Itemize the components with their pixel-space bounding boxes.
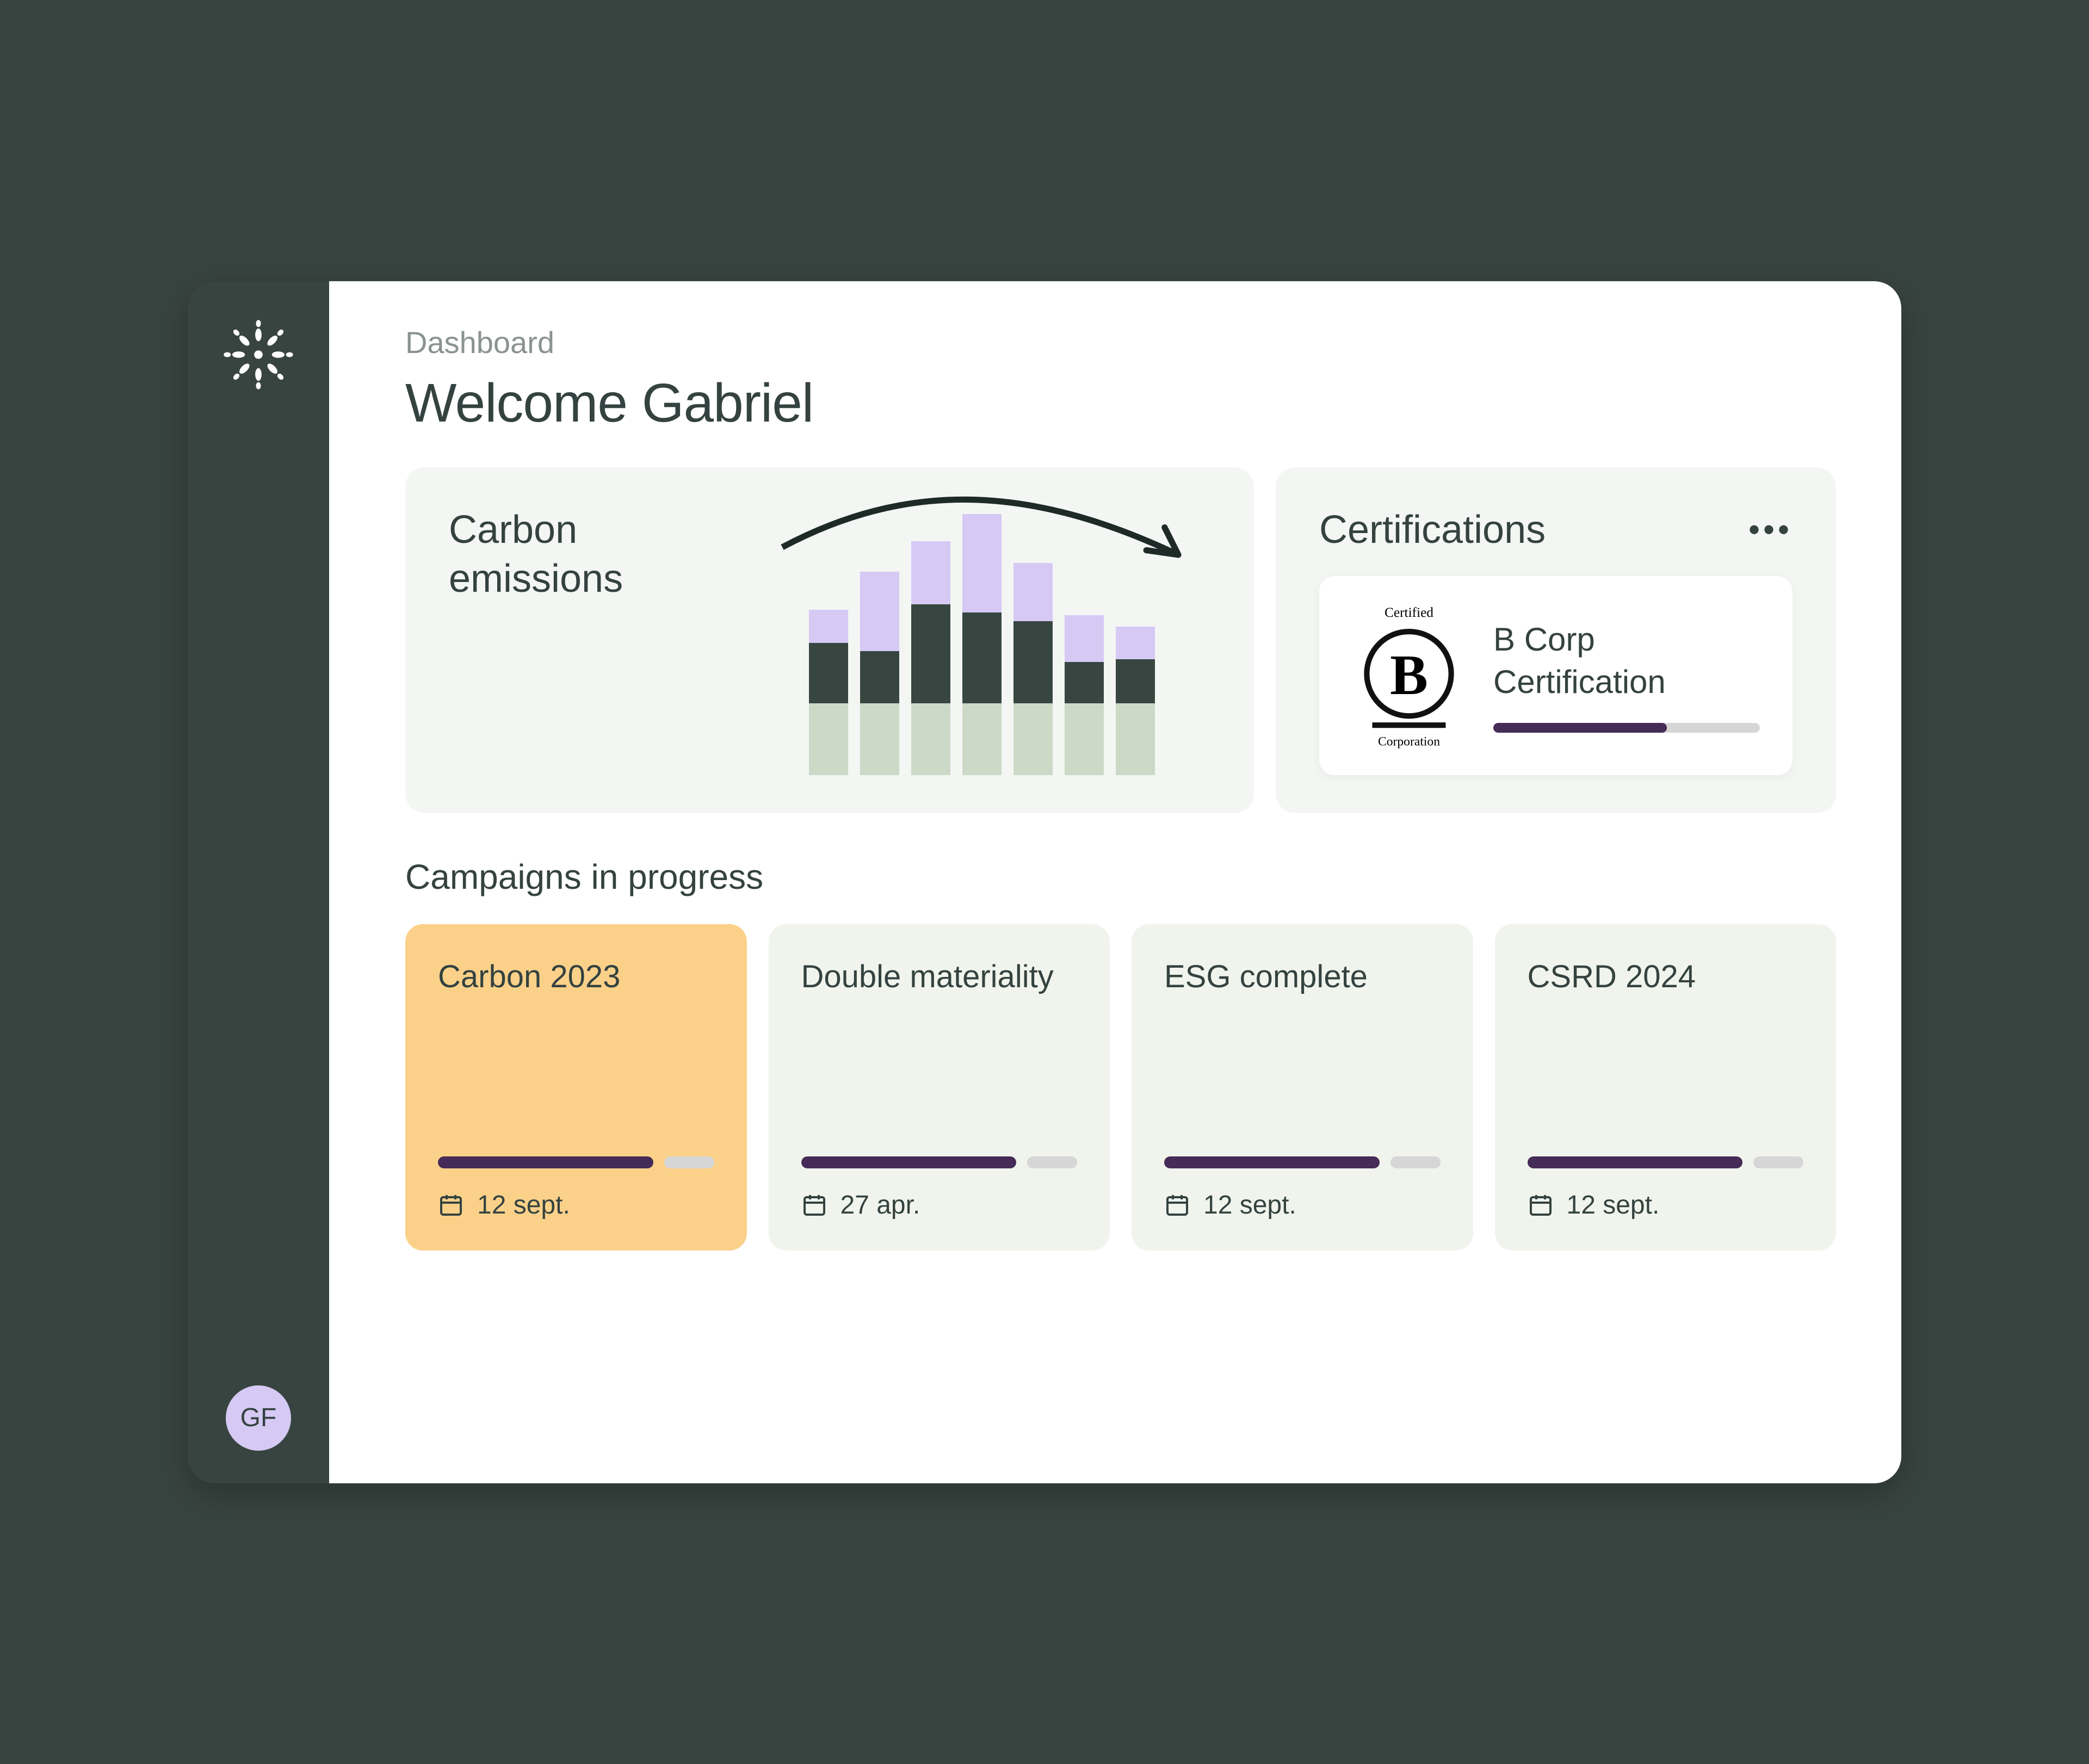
certifications-title: Certifications	[1319, 505, 1546, 554]
campaign-name: CSRD 2024	[1528, 957, 1804, 1044]
campaign-progress	[1164, 1156, 1441, 1168]
campaigns-section-title: Campaigns in progress	[405, 857, 1836, 897]
app-window: GF Dashboard Welcome Gabriel Carbon emis…	[188, 281, 1901, 1483]
bcorp-badge-icon: Certified B Corporation	[1352, 602, 1466, 749]
breadcrumb: Dashboard	[405, 325, 1836, 360]
campaign-progress	[801, 1156, 1078, 1168]
chart-bar	[809, 610, 848, 775]
more-menu-icon[interactable]: •••	[1748, 522, 1793, 538]
carbon-emissions-title: Carbon emissions	[449, 505, 732, 775]
campaign-date: 27 apr.	[801, 1190, 1078, 1220]
chart-bar	[911, 541, 950, 775]
chart-bar	[860, 572, 899, 775]
campaign-name: ESG complete	[1164, 957, 1441, 1044]
carbon-emissions-card[interactable]: Carbon emissions	[405, 467, 1254, 813]
campaign-date: 12 sept.	[438, 1190, 714, 1220]
calendar-icon	[1164, 1192, 1190, 1218]
certifications-card[interactable]: Certifications ••• Certified B Corporati…	[1276, 467, 1836, 813]
calendar-icon	[1528, 1192, 1554, 1218]
calendar-icon	[438, 1192, 464, 1218]
campaign-name: Carbon 2023	[438, 957, 714, 1044]
svg-text:B: B	[1390, 643, 1428, 706]
svg-text:Certified: Certified	[1385, 605, 1433, 620]
sidebar: GF	[188, 281, 329, 1483]
campaign-card[interactable]: CSRD 2024 12 sept.	[1495, 924, 1837, 1251]
certification-item[interactable]: Certified B Corporation B Corp Certifica…	[1319, 576, 1793, 775]
chart-bar	[1116, 627, 1155, 775]
emissions-bar-chart	[753, 505, 1210, 775]
app-logo-icon[interactable]	[218, 314, 299, 395]
campaign-progress	[438, 1156, 714, 1168]
chart-bar	[1065, 615, 1104, 775]
dashboard-main: Dashboard Welcome Gabriel Carbon emissio…	[329, 281, 1901, 1483]
campaign-card[interactable]: ESG complete 12 sept.	[1132, 924, 1473, 1251]
chart-bar	[1013, 563, 1053, 775]
page-title: Welcome Gabriel	[405, 372, 1836, 435]
user-avatar[interactable]: GF	[226, 1385, 291, 1451]
campaign-progress	[1528, 1156, 1804, 1168]
chart-bar	[962, 514, 1002, 775]
certification-progress	[1493, 723, 1760, 733]
campaign-date: 12 sept.	[1164, 1190, 1441, 1220]
certification-name: B Corp Certification	[1493, 618, 1760, 703]
campaign-date: 12 sept.	[1528, 1190, 1804, 1220]
campaign-card[interactable]: Carbon 2023 12 sept.	[405, 924, 747, 1251]
campaign-name: Double materiality	[801, 957, 1078, 1044]
svg-text:Corporation: Corporation	[1378, 734, 1440, 748]
calendar-icon	[801, 1192, 827, 1218]
campaign-card[interactable]: Double materiality 27 apr.	[769, 924, 1110, 1251]
